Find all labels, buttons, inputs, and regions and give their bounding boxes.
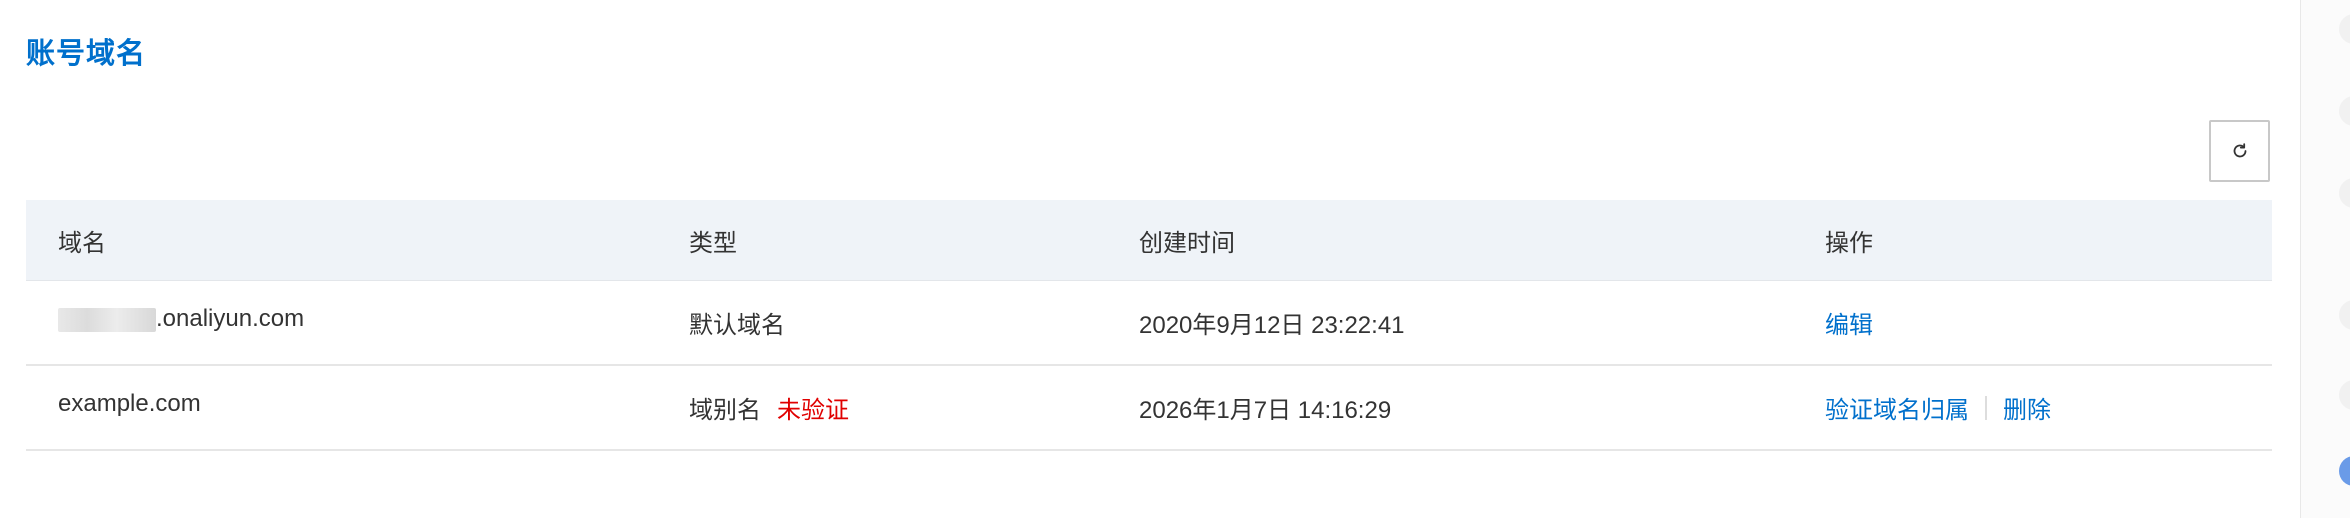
- side-circle: [2339, 14, 2350, 44]
- refresh-icon: [2233, 143, 2246, 158]
- created-time: 2026年1月7日 14:16:29: [1139, 397, 1392, 424]
- domain-name: example.com: [58, 390, 201, 417]
- action-divider: [1985, 395, 1987, 420]
- ops-cell: 编辑: [1825, 281, 1873, 364]
- column-header-type[interactable]: 类型: [689, 200, 737, 280]
- column-header-ops: 操作: [1825, 229, 1873, 257]
- column-header-domain[interactable]: 域名: [58, 200, 106, 280]
- domain-cell: .onaliyun.com: [58, 281, 304, 364]
- ops-cell: 验证域名归属 删除: [1825, 366, 2051, 449]
- domain-type: 域别名: [689, 397, 761, 424]
- delete-link[interactable]: 删除: [2003, 390, 2051, 425]
- domain-table: 域名 类型 创建时间 操作 .onaliyun.com 默认域名 2020年9月…: [26, 200, 2272, 451]
- status-badge: 未验证: [777, 397, 849, 424]
- domain-type: 默认域名: [689, 312, 785, 339]
- verify-domain-link[interactable]: 验证域名归属: [1825, 390, 1969, 425]
- domain-name: .onaliyun.com: [156, 305, 305, 332]
- section-title: 账号域名: [26, 38, 147, 70]
- edit-link[interactable]: 编辑: [1825, 305, 1873, 340]
- created-cell: 2026年1月7日 14:16:29: [1139, 366, 1391, 449]
- side-panel: [2300, 0, 2350, 518]
- help-button[interactable]: [2339, 456, 2350, 486]
- table-header: 域名 类型 创建时间 操作: [26, 200, 2272, 281]
- side-circle: [2339, 300, 2350, 330]
- table-row: .onaliyun.com 默认域名 2020年9月12日 23:22:41 编…: [26, 281, 2272, 366]
- redacted-prefix: [58, 308, 156, 332]
- created-cell: 2020年9月12日 23:22:41: [1139, 281, 1405, 364]
- refresh-button[interactable]: [2209, 120, 2270, 182]
- type-cell: 默认域名: [689, 281, 785, 364]
- side-circle: [2339, 178, 2350, 208]
- main-content: 账号域名 域名 类型 创建时间 操作 .onaliyun.com 默认域名 20…: [0, 0, 2300, 518]
- type-cell: 域别名 未验证: [689, 366, 849, 449]
- domain-cell: example.com: [58, 366, 201, 449]
- side-circle: [2339, 380, 2350, 410]
- table-row: example.com 域别名 未验证 2026年1月7日 14:16:29 验…: [26, 366, 2272, 451]
- column-header-created[interactable]: 创建时间: [1139, 200, 1235, 280]
- created-time: 2020年9月12日 23:22:41: [1139, 312, 1405, 339]
- side-circle: [2339, 96, 2350, 126]
- page: 账号域名 域名 类型 创建时间 操作 .onaliyun.com 默认域名 20…: [0, 0, 2350, 518]
